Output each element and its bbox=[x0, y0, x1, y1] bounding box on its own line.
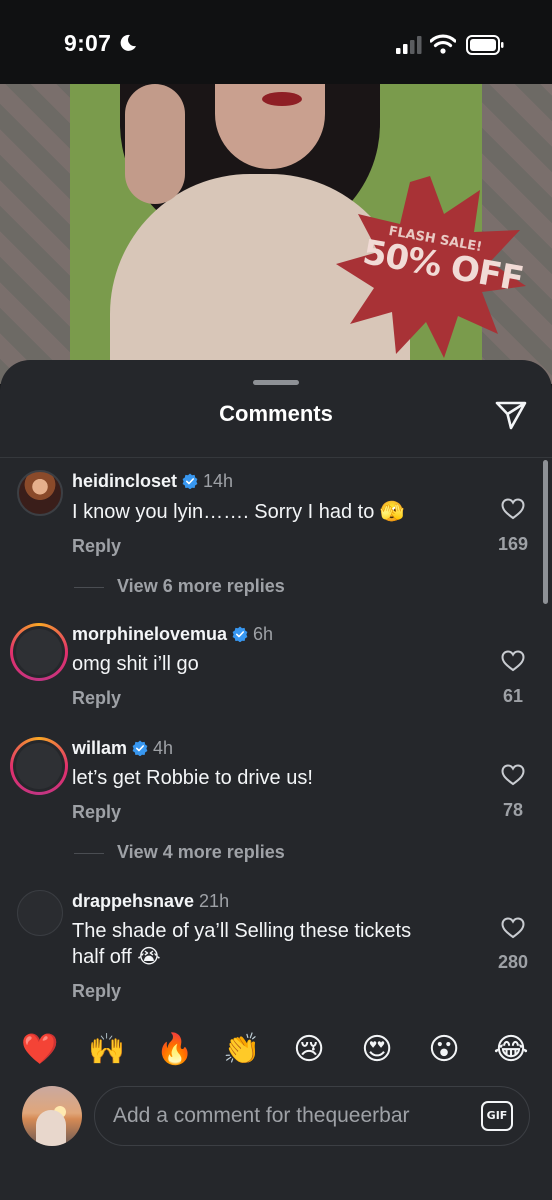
comment-input-container[interactable]: GIF bbox=[94, 1086, 530, 1146]
comment-username[interactable]: morphinelovemua 6h bbox=[72, 624, 273, 645]
post-image: FLASH SALE! 50% OFF bbox=[0, 84, 552, 384]
comment-username[interactable]: willam 4h bbox=[72, 738, 173, 759]
status-time: 9:07 bbox=[64, 30, 112, 56]
heart-icon[interactable] bbox=[501, 498, 525, 520]
view-more-replies[interactable]: View 6 more replies bbox=[117, 576, 285, 597]
heart-icon[interactable] bbox=[501, 650, 525, 672]
current-user-avatar bbox=[22, 1086, 82, 1146]
like-count: 169 bbox=[497, 534, 529, 554]
comments-sheet: Comments heidincloset 14h I know you lyin… bbox=[0, 360, 552, 1200]
heart-icon[interactable] bbox=[501, 917, 525, 939]
sheet-title: Comments bbox=[219, 401, 333, 426]
post-image-arm bbox=[125, 84, 185, 204]
like-count: 280 bbox=[497, 952, 529, 972]
comment-text: I know you lyin……. Sorry I had to 🫣 bbox=[72, 501, 405, 523]
comment-text: let’s get Robbie to drive us! bbox=[72, 767, 313, 789]
avatar[interactable] bbox=[17, 470, 63, 516]
verified-icon bbox=[132, 740, 148, 756]
comment-input[interactable] bbox=[113, 1099, 463, 1133]
signal-icon bbox=[396, 36, 422, 54]
emoji-laughing[interactable]: 😂 bbox=[491, 1033, 531, 1067]
username-text[interactable]: morphinelovemua bbox=[72, 624, 227, 644]
avatar[interactable] bbox=[10, 737, 68, 795]
verified-icon bbox=[182, 473, 198, 489]
view-more-replies[interactable]: View 4 more replies bbox=[117, 842, 285, 863]
comment-time: 14h bbox=[203, 471, 234, 491]
scrollbar[interactable] bbox=[543, 460, 548, 604]
reply-button[interactable]: Reply bbox=[72, 802, 121, 823]
heart-icon[interactable] bbox=[501, 764, 525, 786]
reply-button[interactable]: Reply bbox=[72, 536, 121, 557]
username-text[interactable]: drappehsnave bbox=[72, 891, 194, 911]
gif-button[interactable]: GIF bbox=[481, 1101, 513, 1131]
reply-button[interactable]: Reply bbox=[72, 981, 121, 1002]
emoji-clapping[interactable]: 👏 bbox=[222, 1033, 262, 1067]
comment-time: 6h bbox=[253, 624, 274, 644]
comment-time: 4h bbox=[153, 738, 174, 758]
like-count: 61 bbox=[502, 686, 524, 706]
avatar[interactable] bbox=[10, 623, 68, 681]
emoji-heart-eyes[interactable]: 😍 bbox=[357, 1033, 397, 1067]
view-replies-line bbox=[74, 587, 104, 588]
comment-username[interactable]: drappehsnave 21h bbox=[72, 891, 229, 912]
verified-icon bbox=[232, 626, 248, 642]
comment-time: 21h bbox=[199, 891, 230, 911]
gif-icon: GIF bbox=[486, 1109, 508, 1122]
wifi-icon bbox=[430, 34, 456, 54]
battery-icon bbox=[466, 35, 504, 55]
avatar[interactable] bbox=[17, 890, 63, 936]
emoji-raising-hands[interactable]: 🙌 bbox=[87, 1033, 127, 1067]
sheet-drag-handle[interactable] bbox=[253, 380, 299, 385]
share-icon[interactable] bbox=[494, 400, 528, 430]
emoji-heart[interactable]: ❤️ bbox=[20, 1033, 60, 1067]
moon-icon bbox=[120, 34, 136, 51]
comment-text: The shade of ya’ll Selling these tickets bbox=[72, 920, 412, 942]
view-replies-line bbox=[74, 853, 104, 854]
emoji-surprised[interactable]: 😮 bbox=[424, 1033, 464, 1067]
emoji-crying[interactable]: 😢 bbox=[289, 1033, 329, 1067]
sheet-divider bbox=[0, 457, 552, 458]
username-text[interactable]: willam bbox=[72, 738, 127, 758]
emoji-fire[interactable]: 🔥 bbox=[155, 1033, 195, 1067]
comment-username[interactable]: heidincloset 14h bbox=[72, 471, 233, 492]
like-count: 78 bbox=[502, 800, 524, 820]
post-image-lips bbox=[262, 92, 302, 106]
comment-text-continued: half off 😭 bbox=[72, 946, 161, 968]
comment-text: omg shit i’ll go bbox=[72, 653, 199, 675]
status-bar: 9:07 bbox=[0, 0, 552, 84]
username-text[interactable]: heidincloset bbox=[72, 471, 177, 491]
reply-button[interactable]: Reply bbox=[72, 688, 121, 709]
